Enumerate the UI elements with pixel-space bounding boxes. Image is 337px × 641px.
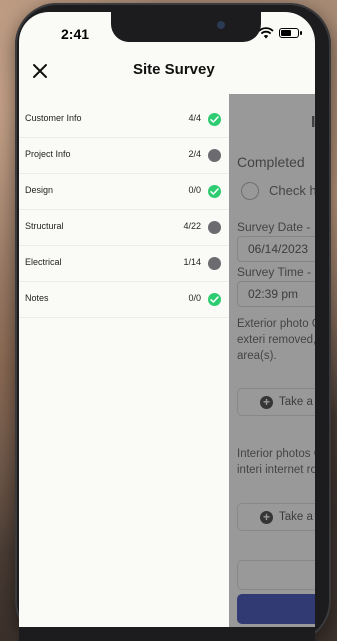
drawer-item-count: 1/14 xyxy=(183,257,201,267)
section-drawer: Customer Info 4/4 Project Info 2/4 Desig… xyxy=(19,94,229,627)
secondary-button[interactable] xyxy=(237,560,315,590)
status-icons xyxy=(258,27,302,39)
exterior-take-photo-button[interactable]: + Take a xyxy=(237,388,315,416)
drawer-item-notes[interactable]: Notes 0/0 xyxy=(19,282,229,318)
battery-icon xyxy=(279,28,302,38)
drawer-item-structural[interactable]: Structural 4/22 xyxy=(19,210,229,246)
plus-icon: + xyxy=(260,510,273,524)
incomplete-status-icon xyxy=(208,257,221,270)
plus-icon: + xyxy=(260,395,273,409)
notch xyxy=(111,12,261,42)
drawer-item-count: 2/4 xyxy=(188,149,201,159)
check-label: Check h xyxy=(269,183,315,198)
drawer-item-label: Design xyxy=(25,185,54,195)
form-heading: I xyxy=(311,114,315,131)
interior-take-photo-button[interactable]: + Take a xyxy=(237,503,315,531)
incomplete-status-icon xyxy=(208,149,221,162)
survey-time-field[interactable]: 02:39 pm xyxy=(237,281,315,307)
drawer-item-design[interactable]: Design 0/0 xyxy=(19,174,229,210)
camera-icon xyxy=(217,21,225,29)
drawer-item-label: Electrical xyxy=(25,257,62,267)
close-icon[interactable] xyxy=(29,60,51,82)
status-time: 2:41 xyxy=(61,26,90,42)
exterior-photo-text: Exterior photo General exteri removed, b… xyxy=(237,318,315,362)
survey-form: I Completed Check h Survey Date - 06/14/… xyxy=(229,94,315,627)
check-icon xyxy=(208,293,221,306)
drawer-item-electrical[interactable]: Electrical 1/14 xyxy=(19,246,229,282)
exterior-take-photo-label: Take a xyxy=(279,396,313,408)
interior-take-photo-label: Take a xyxy=(279,511,313,523)
check-icon xyxy=(208,113,221,126)
drawer-item-count: 0/0 xyxy=(188,293,201,303)
drawer-item-count: 4/4 xyxy=(188,113,201,123)
page-title: Site Survey xyxy=(133,61,215,78)
incomplete-status-icon xyxy=(208,221,221,234)
drawer-item-customer-info[interactable]: Customer Info 4/4 xyxy=(19,102,229,138)
completed-label: Completed xyxy=(237,154,305,170)
wifi-icon xyxy=(258,27,274,39)
drawer-item-label: Customer Info xyxy=(25,113,82,123)
drawer-item-label: Structural xyxy=(25,221,64,231)
drawer-item-label: Notes xyxy=(25,293,49,303)
completed-radio[interactable] xyxy=(241,182,259,200)
drawer-item-project-info[interactable]: Project Info 2/4 xyxy=(19,138,229,174)
app-screen: 2:41 Site Survey I Completed Check h Sur… xyxy=(19,12,315,627)
survey-date-label: Survey Date - xyxy=(237,220,311,234)
check-icon xyxy=(208,185,221,198)
phone-bottom-bezel xyxy=(19,627,315,641)
drawer-item-count: 0/0 xyxy=(188,185,201,195)
survey-date-field[interactable]: 06/14/2023 xyxy=(237,236,315,262)
header: Site Survey xyxy=(19,56,315,86)
interior-photo-text: Interior photos General interi internet … xyxy=(237,448,315,476)
survey-time-label: Survey Time - xyxy=(237,265,312,279)
drawer-item-count: 4/22 xyxy=(183,221,201,231)
submit-button[interactable] xyxy=(237,594,315,624)
drawer-item-label: Project Info xyxy=(25,149,71,159)
